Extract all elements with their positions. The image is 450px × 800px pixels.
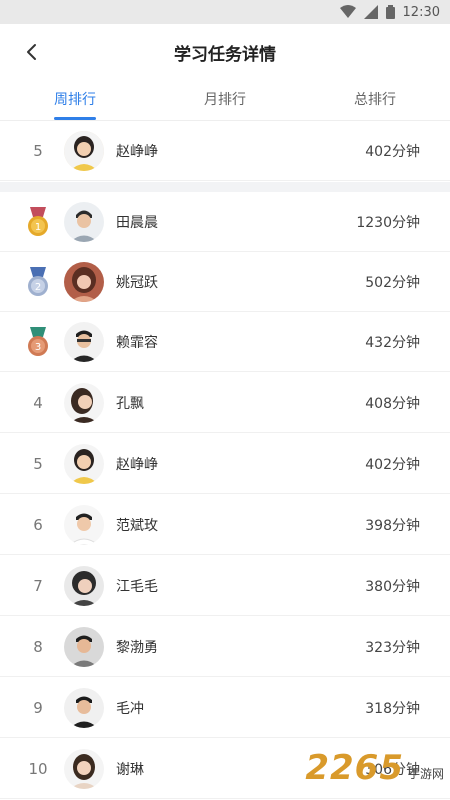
study-minutes: 1230分钟 — [356, 214, 420, 231]
list-item[interactable]: 9 毛冲 318分钟 — [0, 678, 450, 738]
avatar — [64, 130, 104, 171]
tab-weekly[interactable]: 周排行 — [0, 80, 150, 120]
avatar-female-icon — [64, 382, 104, 423]
user-name: 孔飘 — [116, 395, 144, 412]
study-minutes: 323分钟 — [365, 639, 420, 656]
user-name: 黎渤勇 — [116, 639, 158, 656]
list-item[interactable]: 8 黎渤勇 323分钟 — [0, 617, 450, 677]
chevron-left-icon — [27, 44, 36, 60]
study-minutes: 402分钟 — [365, 456, 420, 473]
user-name: 江毛毛 — [116, 578, 158, 595]
avatar-female-icon — [64, 565, 104, 606]
avatar — [64, 261, 104, 302]
battery-icon — [385, 5, 395, 19]
current-user-row: 5 赵峥峥 402分钟 — [0, 121, 450, 181]
wifi-icon — [339, 5, 356, 19]
list-item[interactable]: 4 孔飘 408分钟 — [0, 373, 450, 433]
avatar-female-icon — [64, 443, 104, 484]
page-title: 学习任务详情 — [174, 44, 276, 65]
avatar-male-icon — [64, 687, 104, 728]
gold-medal-icon: 1 — [22, 206, 54, 238]
bronze-medal-icon: 3 — [22, 326, 54, 358]
study-minutes: 402分钟 — [365, 143, 420, 160]
avatar — [64, 382, 104, 423]
list-item[interactable]: 1 田晨晨 1230分钟 — [0, 192, 450, 252]
navigation-bar: 学习任务详情 — [0, 24, 450, 80]
status-bar: 12:30 — [0, 0, 450, 24]
avatar — [64, 626, 104, 667]
avatar-female-icon — [64, 261, 104, 302]
user-name: 赵峥峥 — [116, 143, 158, 160]
avatar-male-icon — [64, 504, 104, 545]
avatar-female-icon — [64, 130, 104, 171]
avatar — [64, 321, 104, 362]
avatar — [64, 748, 104, 789]
back-button[interactable] — [18, 38, 46, 66]
status-time: 12:30 — [402, 4, 440, 20]
user-name: 毛冲 — [116, 700, 144, 717]
study-minutes: 408分钟 — [365, 395, 420, 412]
avatar — [64, 443, 104, 484]
study-minutes: 318分钟 — [365, 700, 420, 717]
study-minutes: 380分钟 — [365, 578, 420, 595]
study-minutes: 432分钟 — [365, 334, 420, 351]
svg-text:2: 2 — [35, 282, 41, 293]
user-name: 范斌玫 — [116, 517, 158, 534]
avatar — [64, 201, 104, 242]
avatar — [64, 565, 104, 606]
avatar-female-icon — [64, 748, 104, 789]
list-item[interactable]: 6 范斌玫 398分钟 — [0, 495, 450, 555]
user-name: 田晨晨 — [116, 214, 158, 231]
ranking-tabs: 周排行 月排行 总排行 — [0, 80, 450, 121]
signal-icon — [363, 5, 378, 19]
avatar — [64, 687, 104, 728]
silver-medal-icon: 2 — [22, 266, 54, 298]
svg-text:1: 1 — [35, 222, 41, 233]
tab-monthly[interactable]: 月排行 — [150, 80, 300, 120]
avatar-male-icon — [64, 321, 104, 362]
study-minutes: 306分钟 — [365, 761, 420, 778]
study-minutes: 398分钟 — [365, 517, 420, 534]
user-name: 姚冠跃 — [116, 274, 158, 291]
list-item[interactable]: 2 姚冠跃 502分钟 — [0, 252, 450, 312]
svg-text:3: 3 — [35, 342, 41, 353]
list-item[interactable]: 7 江毛毛 380分钟 — [0, 556, 450, 616]
study-minutes: 502分钟 — [365, 274, 420, 291]
avatar-male-icon — [64, 201, 104, 242]
user-name: 赵峥峥 — [116, 456, 158, 473]
user-name: 谢琳 — [116, 761, 144, 778]
tab-total[interactable]: 总排行 — [300, 80, 450, 120]
list-item[interactable]: 5 赵峥峥 402分钟 — [0, 434, 450, 494]
list-item[interactable]: 10 谢琳 306分钟 — [0, 739, 450, 799]
list-item[interactable]: 3 赖霏容 432分钟 — [0, 312, 450, 372]
section-divider — [0, 182, 450, 192]
avatar-male-icon — [64, 626, 104, 667]
user-name: 赖霏容 — [116, 334, 158, 351]
avatar — [64, 504, 104, 545]
